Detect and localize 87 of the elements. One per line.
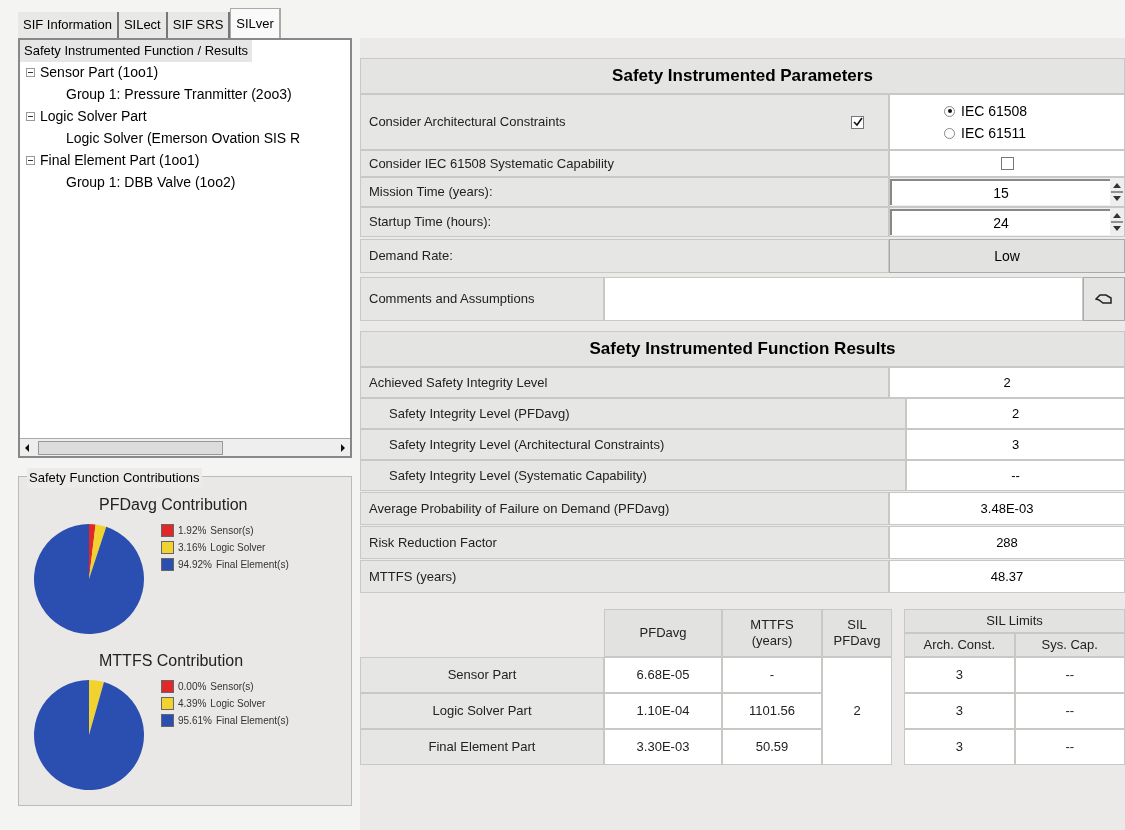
collapse-icon[interactable] xyxy=(26,68,35,77)
result-value: 2 xyxy=(1003,373,1011,392)
tab[interactable]: SIF SRS xyxy=(167,12,231,38)
tree-item[interactable]: Logic Solver (Emerson Ovation SIS R xyxy=(66,128,301,149)
table-cell-text: -- xyxy=(1065,666,1075,685)
radio-label: IEC 61511 xyxy=(961,123,1027,143)
result-value: 288 xyxy=(996,533,1018,552)
table-cell-text: - xyxy=(769,666,775,685)
collapse-icon[interactable] xyxy=(26,156,35,165)
column-header: SIL PFDavg xyxy=(832,616,882,650)
comments-field[interactable] xyxy=(604,277,1083,321)
row-label: Logic Solver Part xyxy=(432,702,532,721)
group-title: Safety Function Contributions xyxy=(27,468,202,488)
row-label: Safety Integrity Level (PFDavg) xyxy=(389,404,570,423)
row-label: Achieved Safety Integrity Level xyxy=(369,373,548,392)
radio-label: IEC 61508 xyxy=(961,101,1028,121)
table-cell-text: 1101.56 xyxy=(749,702,795,721)
row-label: Demand Rate: xyxy=(369,247,453,266)
tab[interactable]: SILect xyxy=(118,12,168,38)
row-label: Safety Integrity Level (Architectural Constraints) xyxy=(389,435,665,454)
legend-label: Logic Solver xyxy=(210,697,266,711)
result-value: -- xyxy=(1011,466,1020,485)
collapse-icon[interactable] xyxy=(26,112,35,121)
radio-button[interactable] xyxy=(944,127,955,139)
column-header: Sys. Cap. xyxy=(1041,636,1098,655)
result-value: 48.37 xyxy=(990,567,1024,586)
column-group-header: SIL Limits xyxy=(986,612,1043,631)
table-cell-text: 3 xyxy=(955,666,963,685)
hand-icon xyxy=(1095,292,1113,306)
checkbox[interactable] xyxy=(1000,157,1014,170)
number-field[interactable]: 24 xyxy=(890,209,1110,235)
legend-label: Sensor(s) xyxy=(210,680,254,694)
table-cell-text: 3 xyxy=(955,738,963,757)
table-cell-text: 2 xyxy=(853,702,861,721)
row-label: Safety Integrity Level (Systematic Capability) xyxy=(389,466,647,485)
column-header: Arch. Const. xyxy=(923,636,995,655)
section-header: Safety Instrumented Parameters xyxy=(360,58,1125,94)
horizontal-scrollbar[interactable] xyxy=(20,438,350,456)
chart-title: PFDavg Contribution xyxy=(99,495,249,515)
tree-item[interactable]: Sensor Part (1oo1) xyxy=(40,62,159,83)
row-label: Risk Reduction Factor xyxy=(369,533,497,552)
legend-value: 0.00% xyxy=(178,680,207,694)
row-label: MTTFS (years) xyxy=(369,567,457,586)
table-cell-text: 6.68E-05 xyxy=(636,666,690,685)
table-cell-text: -- xyxy=(1065,738,1075,757)
scroll-thumb[interactable] xyxy=(38,440,223,455)
tab[interactable]: SIF Information xyxy=(18,12,119,38)
table-cell-text: 3.30E-03 xyxy=(636,738,690,757)
tab[interactable]: SILver xyxy=(230,8,281,38)
row-label: Mission Time (years): xyxy=(369,183,493,202)
number-field[interactable]: 15 xyxy=(890,179,1110,205)
legend-label: Sensor(s) xyxy=(210,524,254,538)
legend-label: Final Element(s) xyxy=(215,558,289,572)
legend-value: 95.61% xyxy=(178,714,212,728)
row-label: Average Probability of Failure on Demand (PFDavg) xyxy=(369,499,670,518)
legend-value: 4.39% xyxy=(178,697,207,711)
edit-button[interactable] xyxy=(1083,277,1125,321)
table-cell-text: 50.59 xyxy=(755,738,789,757)
legend-label: Logic Solver xyxy=(210,541,266,555)
chart-title: MTTFS Contribution xyxy=(99,651,245,671)
result-value: 2 xyxy=(1011,404,1020,423)
legend-value: 3.16% xyxy=(178,541,207,555)
legend-value: 94.92% xyxy=(178,558,212,572)
table-cell-text: 1.10E-04 xyxy=(636,702,690,721)
table-cell-text: -- xyxy=(1065,702,1075,721)
row-label: Startup Time (hours): xyxy=(369,213,492,232)
checkbox[interactable] xyxy=(851,115,864,129)
result-value: 3 xyxy=(1011,435,1020,454)
column-header: PFDavg xyxy=(639,624,687,642)
tree-header[interactable]: Safety Instrumented Function / Results xyxy=(20,40,252,62)
result-value: 3.48E-03 xyxy=(980,499,1034,518)
column-header: MTTFS (years) xyxy=(749,616,795,650)
dropdown-button[interactable]: Low xyxy=(889,239,1125,273)
tree-item[interactable]: Final Element Part (1oo1) xyxy=(40,150,200,171)
row-label: Sensor Part xyxy=(447,666,517,685)
section-header: Safety Instrumented Function Results xyxy=(360,331,1125,367)
radio-button[interactable] xyxy=(944,105,955,117)
tree-item[interactable]: Logic Solver Part xyxy=(40,106,147,127)
row-label: Final Element Part xyxy=(428,738,536,757)
table-cell-text: 3 xyxy=(955,702,963,721)
row-label: Consider Architectural Constraints xyxy=(369,113,566,132)
row-label: Comments and Assumptions xyxy=(369,290,535,309)
row-label: Consider IEC 61508 Systematic Capability xyxy=(369,154,614,173)
legend-label: Final Element(s) xyxy=(215,714,289,728)
tree-item[interactable]: Group 1: Pressure Tranmitter (2oo3) xyxy=(66,84,292,105)
legend-value: 1.92% xyxy=(178,524,207,538)
tree-item[interactable]: Group 1: DBB Valve (1oo2) xyxy=(66,172,236,193)
